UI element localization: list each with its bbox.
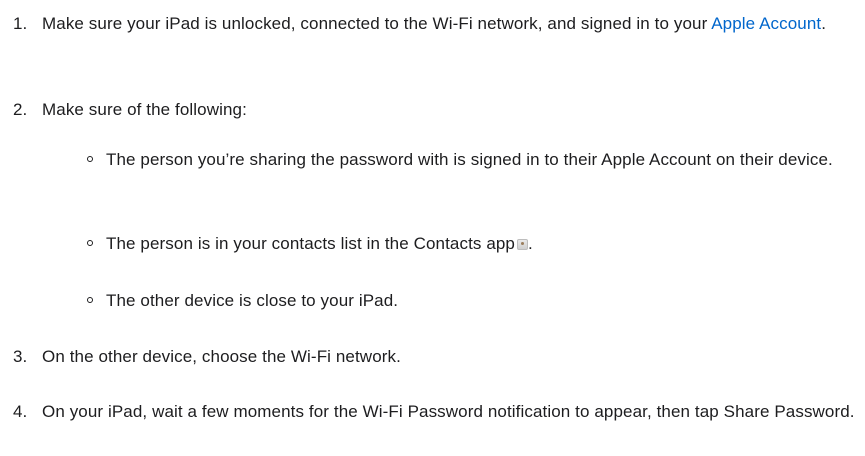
contacts-app-icon <box>516 239 528 250</box>
apple-account-link[interactable]: Apple Account <box>711 14 821 33</box>
step-number: 4. <box>13 402 28 421</box>
step-text-part: Make sure your iPad is unlocked, connect… <box>42 14 712 33</box>
step-number: 3. <box>13 347 28 366</box>
instruction-steps: 1. Make sure your iPad is unlocked, conn… <box>0 0 865 456</box>
step-number: 1. <box>13 14 28 33</box>
bullet-icon <box>87 156 93 162</box>
step-text: On the other device, choose the Wi-Fi ne… <box>42 347 401 366</box>
bullet-icon <box>87 297 93 303</box>
step-text-part: . <box>821 14 827 33</box>
sub-item-text: The other device is close to your iPad. <box>106 291 399 310</box>
step-text: Make sure your iPad is unlocked, connect… <box>42 10 857 37</box>
sub-item-text: The person is in your contacts list in t… <box>106 230 858 257</box>
bullet-icon <box>87 240 93 246</box>
step-text: Make sure of the following: <box>42 100 247 119</box>
step-text: On your iPad, wait a few moments for the… <box>42 402 855 421</box>
sub-item-text: The person you’re sharing the password w… <box>106 150 833 169</box>
step-number: 2. <box>13 100 28 119</box>
sub-item-text-part: The person is in your contacts list in t… <box>106 234 515 253</box>
sub-item-text-part: . <box>527 234 533 253</box>
